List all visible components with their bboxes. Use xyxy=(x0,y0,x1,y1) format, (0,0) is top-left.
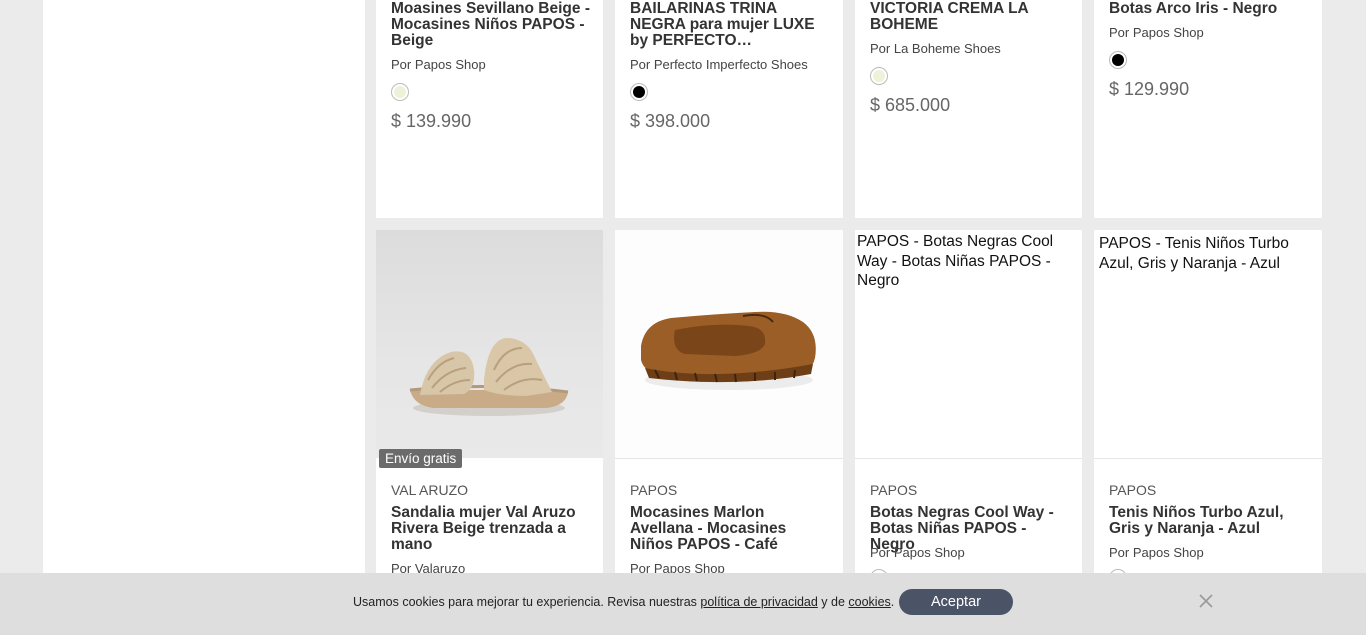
swatch-color xyxy=(633,86,645,98)
accept-cookies-button[interactable]: Aceptar xyxy=(899,589,1013,615)
product-seller: Por Papos Shop xyxy=(870,545,965,560)
cookie-text: Usamos cookies para mejorar tu experienc… xyxy=(353,595,701,609)
product-title[interactable]: Moasines Sevillano Beige - Mocasines Niñ… xyxy=(391,1,591,49)
product-price: $ 139.990 xyxy=(391,111,472,131)
free-shipping-badge: Envío gratis xyxy=(379,449,463,468)
product-card[interactable]: Moasines Sevillano Beige - Mocasines Niñ… xyxy=(376,0,603,218)
product-seller: Por Perfecto Imperfecto Shoes xyxy=(630,57,808,72)
cookie-banner: Usamos cookies para mejorar tu experienc… xyxy=(0,573,1366,635)
product-price: $ 685.000 xyxy=(870,95,951,115)
color-swatch[interactable] xyxy=(870,67,888,85)
product-image[interactable] xyxy=(615,230,843,459)
image-alt-text: PAPOS - Tenis Niños Turbo Azul, Gris y N… xyxy=(1099,235,1289,272)
product-card[interactable]: BAILARINAS TRINA NEGRA para mujer LUXE b… xyxy=(615,0,843,218)
cookie-text: . xyxy=(890,595,895,609)
color-swatch[interactable] xyxy=(1109,51,1127,69)
product-seller: Por Papos Shop xyxy=(1109,545,1204,560)
product-card[interactable]: VICTORIA CREMA LA BOHEME Por La Boheme S… xyxy=(855,0,1082,218)
product-title[interactable]: Botas Arco Iris - Negro xyxy=(1109,1,1310,17)
product-title[interactable]: VICTORIA CREMA LA BOHEME xyxy=(870,1,1070,33)
privacy-policy-link[interactable]: política de privacidad xyxy=(700,595,817,609)
product-image[interactable] xyxy=(376,230,603,458)
cookies-link[interactable]: cookies xyxy=(848,595,890,609)
product-card[interactable]: Botas Arco Iris - Negro Por Papos Shop $… xyxy=(1094,0,1322,218)
image-alt-text: PAPOS - Botas Negras Cool Way - Botas Ni… xyxy=(857,233,1054,289)
product-title[interactable]: BAILARINAS TRINA NEGRA para mujer LUXE b… xyxy=(630,1,831,49)
product-price: $ 398.000 xyxy=(630,111,711,131)
sandal-image xyxy=(409,338,569,416)
cookie-text: y de xyxy=(817,595,849,609)
color-swatch[interactable] xyxy=(630,83,648,101)
product-seller: Por Papos Shop xyxy=(1109,25,1204,40)
color-swatch[interactable] xyxy=(391,83,409,101)
swatch-color xyxy=(1112,54,1124,66)
product-price: $ 129.990 xyxy=(1109,79,1190,99)
product-brand[interactable]: PAPOS xyxy=(870,482,917,498)
cookie-message: Usamos cookies para mejorar tu experienc… xyxy=(353,595,894,609)
product-seller: Por Papos Shop xyxy=(391,57,486,72)
filters-sidebar xyxy=(43,0,365,635)
loafer-image xyxy=(641,311,816,390)
product-brand[interactable]: PAPOS xyxy=(1109,482,1156,498)
swatch-color xyxy=(394,86,406,98)
swatch-color xyxy=(873,70,885,82)
product-brand[interactable]: PAPOS xyxy=(630,482,677,498)
product-title[interactable]: Sandalia mujer Val Aruzo Rivera Beige tr… xyxy=(391,505,591,553)
close-icon[interactable] xyxy=(1198,593,1214,609)
product-title[interactable]: Tenis Niños Turbo Azul, Gris y Naranja -… xyxy=(1109,505,1310,537)
product-seller: Por La Boheme Shoes xyxy=(870,41,1001,56)
product-brand[interactable]: VAL ARUZO xyxy=(391,482,468,498)
product-title[interactable]: Mocasines Marlon Avellana - Mocasines Ni… xyxy=(630,505,831,553)
